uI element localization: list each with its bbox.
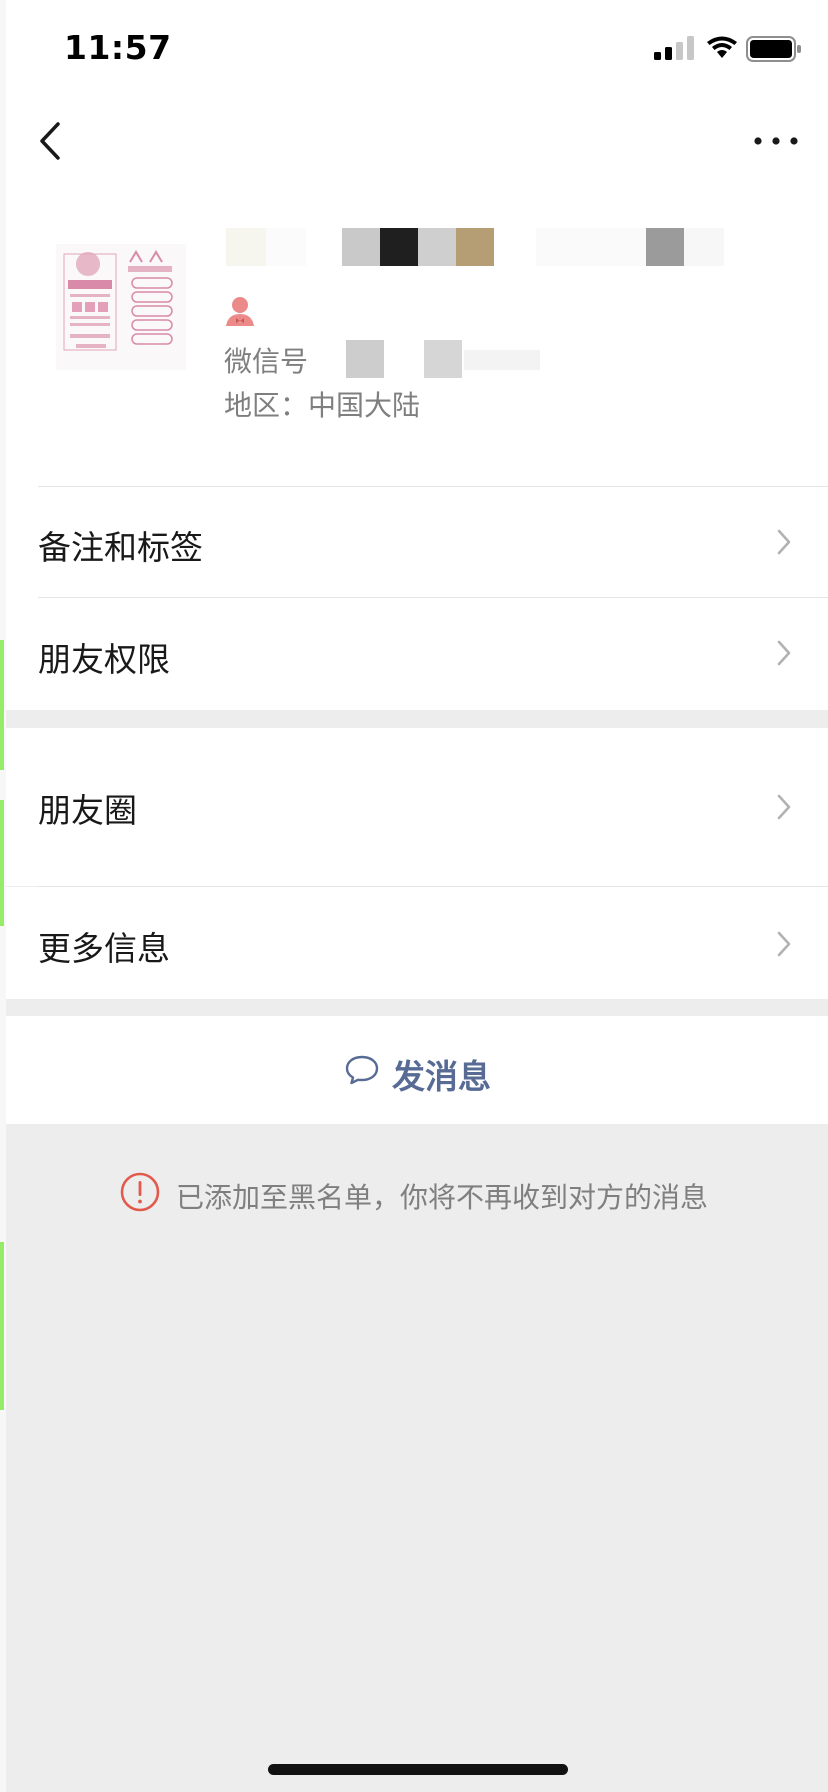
- more-info-row[interactable]: 更多信息: [6, 887, 828, 999]
- moments-label: 朋友圈: [38, 791, 137, 830]
- wechat-id-label: 微信号: [224, 345, 309, 378]
- exclamation-circle-icon: [120, 1172, 160, 1212]
- remarks-and-tags-label: 备注和标签: [38, 528, 203, 567]
- chevron-right-icon: [777, 529, 791, 555]
- chevron-right-icon: [777, 931, 791, 957]
- back-button[interactable]: [30, 116, 74, 166]
- chevron-right-icon: [777, 794, 791, 820]
- contact-profile-page: 11:57 微信号 地区：中国大陆 备注和标签 朋友权限 朋友圈 更多信息 发消…: [6, 0, 828, 1792]
- chat-bubble-icon: [345, 1055, 379, 1085]
- more-info-label: 更多信息: [38, 929, 170, 968]
- blacklist-notice-text: 已添加至黑名单，你将不再收到对方的消息: [176, 1181, 709, 1214]
- friend-permissions-label: 朋友权限: [38, 640, 170, 679]
- status-time: 11:57: [64, 28, 172, 67]
- send-message-label: 发消息: [392, 1057, 491, 1096]
- background-bubble: [0, 1242, 4, 1410]
- region-label: 地区：中国大陆: [224, 389, 421, 422]
- person-icon: [226, 297, 254, 326]
- contact-avatar[interactable]: [56, 244, 186, 370]
- wechat-id-redacted: [314, 340, 544, 378]
- more-options-button[interactable]: [748, 126, 804, 156]
- remarks-and-tags-row[interactable]: 备注和标签: [6, 487, 828, 597]
- nickname-redacted: [226, 228, 746, 266]
- friend-permissions-row[interactable]: 朋友权限: [6, 598, 828, 710]
- background-bubble: [0, 640, 4, 770]
- send-message-button[interactable]: 发消息: [6, 1016, 828, 1124]
- home-indicator[interactable]: [268, 1764, 568, 1775]
- chevron-right-icon: [777, 640, 791, 666]
- moments-row[interactable]: 朋友圈: [6, 728, 828, 886]
- background-bubble: [0, 800, 4, 926]
- cellular-signal-icon: [654, 36, 694, 60]
- wifi-icon: [707, 36, 737, 58]
- battery-icon: [746, 36, 801, 62]
